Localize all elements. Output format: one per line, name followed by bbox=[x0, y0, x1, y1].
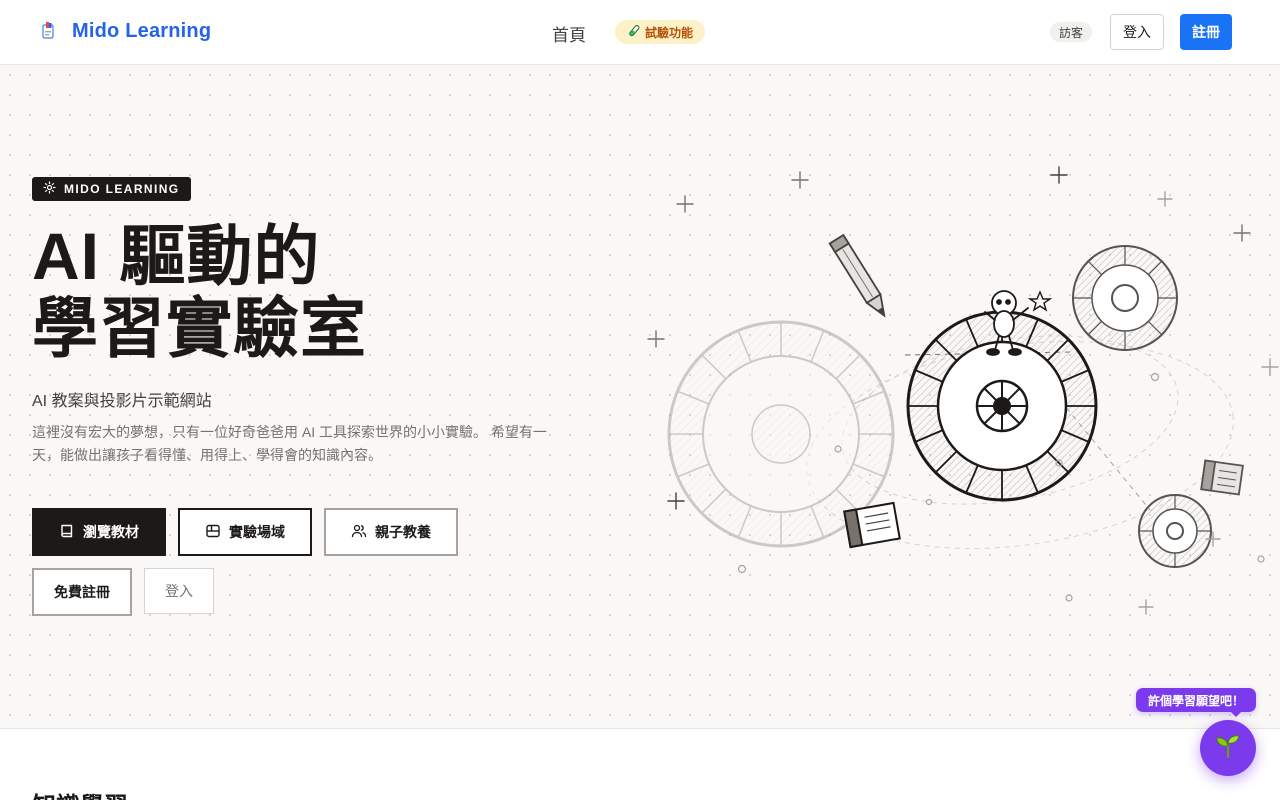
playground-button[interactable]: 實驗場域 bbox=[178, 508, 312, 556]
small-gear bbox=[1138, 494, 1212, 568]
main-gear-dark bbox=[906, 310, 1098, 502]
pencil-drawing bbox=[828, 233, 886, 318]
layout-panel-icon bbox=[205, 523, 221, 542]
top-nav-bar: Mido Learning 首頁 試驗功能 訪客 登入 註冊 bbox=[0, 0, 1280, 65]
parenting-button[interactable]: 親子教養 bbox=[324, 508, 458, 556]
experimental-badge-label: 試驗功能 bbox=[645, 25, 694, 40]
browse-materials-label: 瀏覽教材 bbox=[83, 524, 139, 540]
sprout-icon bbox=[1214, 732, 1242, 765]
header-register-button[interactable]: 註冊 bbox=[1180, 14, 1232, 50]
parenting-label: 親子教養 bbox=[375, 524, 431, 540]
browse-materials-button[interactable]: 瀏覽教材 bbox=[32, 508, 166, 556]
users-icon bbox=[351, 523, 367, 542]
hero-secondary-actions: 免費註冊 登入 bbox=[32, 568, 214, 616]
headline-line-2: 學習實驗室 bbox=[32, 291, 367, 365]
playground-label: 實驗場域 bbox=[229, 524, 285, 540]
free-register-button[interactable]: 免費註冊 bbox=[32, 568, 132, 616]
hero-gears-illustration bbox=[647, 166, 1279, 615]
sparkle-icon bbox=[43, 181, 56, 197]
medium-gear bbox=[1072, 245, 1178, 351]
experimental-features-link[interactable]: 試驗功能 bbox=[615, 20, 706, 44]
hero-section: MIDO LEARNING AI 驅動的 學習實驗室 AI 教案與投影片示範網站… bbox=[0, 65, 1280, 729]
wish-float-button[interactable] bbox=[1200, 720, 1256, 776]
book-icon bbox=[59, 523, 75, 542]
hero-login-button[interactable]: 登入 bbox=[144, 568, 214, 614]
hero-primary-actions: 瀏覽教材 實驗場域 親子教養 bbox=[32, 508, 458, 556]
small-book-drawing bbox=[1200, 459, 1244, 496]
kicker-label: MIDO LEARNING bbox=[64, 182, 180, 196]
knowledge-section-title: 知識學習 bbox=[32, 786, 128, 800]
hero-description: 這裡沒有宏大的夢想，只有一位好奇爸爸用 AI 工具探索世界的小小實驗。 希望有一… bbox=[32, 424, 547, 463]
wish-tooltip-bubble[interactable]: 許個學習願望吧！ bbox=[1136, 688, 1257, 712]
book-drawing bbox=[843, 501, 901, 549]
test-tube-icon bbox=[627, 24, 641, 41]
hero-headline: AI 驅動的 學習實驗室 bbox=[32, 220, 367, 364]
brand-logo[interactable]: Mido Learning bbox=[36, 17, 211, 45]
brand-name: Mido Learning bbox=[72, 19, 212, 42]
headline-line-1: AI 驅動的 bbox=[32, 219, 321, 293]
visitor-badge: 訪客 bbox=[1050, 22, 1093, 42]
header-login-button[interactable]: 登入 bbox=[1110, 14, 1164, 50]
wish-tooltip-tail bbox=[1230, 711, 1242, 717]
nav-home-link[interactable]: 首頁 bbox=[552, 21, 586, 46]
brand-kicker-badge: MIDO LEARNING bbox=[32, 177, 191, 201]
brand-mark-icon bbox=[36, 17, 60, 45]
hero-subtitle: AI 教案與投影片示範網站 bbox=[32, 393, 212, 410]
